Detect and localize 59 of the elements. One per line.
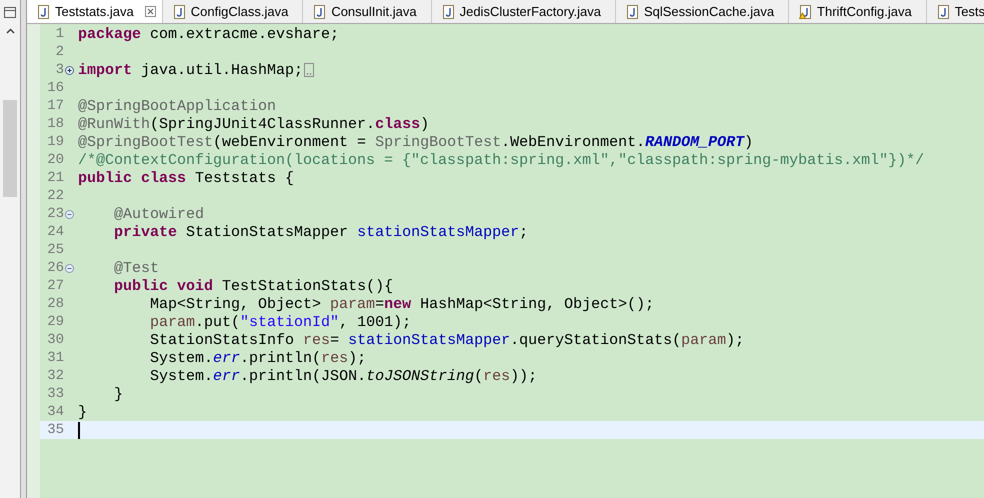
code-line: import java.util.HashMap; <box>77 62 304 78</box>
code-line: Map<String, Object> param=new HashMap<String, Object>(); <box>149 296 654 312</box>
code-line: } <box>77 404 88 420</box>
line-number: 31 <box>46 350 64 366</box>
code-line: public void TestStationStats(){ <box>113 278 394 294</box>
java-file-icon <box>442 4 455 18</box>
expand-icon[interactable] <box>64 66 74 74</box>
editor-tab[interactable]: Teststats.java <box>27 0 163 23</box>
line-number: 21 <box>46 170 64 186</box>
code-line: System.err.println(JSON.toJSONString(res)); <box>149 368 538 384</box>
scroll-up-icon[interactable] <box>6 28 14 34</box>
line-number: 26 <box>46 260 64 276</box>
java-file-icon <box>37 4 50 18</box>
code-line: param.put("stationId", 1001); <box>149 314 412 330</box>
line-number: 17 <box>46 98 64 114</box>
line-number: 34 <box>46 404 64 420</box>
line-number: 18 <box>46 116 64 132</box>
line-number: 33 <box>46 386 64 402</box>
folded-code-icon[interactable] <box>304 63 314 77</box>
line-number: 35 <box>46 422 64 438</box>
java-file-icon <box>936 4 950 18</box>
line-number: 23 <box>46 206 64 222</box>
line-number: 32 <box>46 368 64 384</box>
line-number: 29 <box>46 314 64 330</box>
line-number: 22 <box>46 188 64 204</box>
line-number: 16 <box>46 80 64 96</box>
java-file-icon <box>313 4 326 18</box>
code-line: StationStatsInfo res= stationStatsMapper.queryStationStats(param); <box>149 332 744 348</box>
line-number: 30 <box>46 332 64 348</box>
line-number: 19 <box>46 134 64 150</box>
java-file-icon <box>626 4 639 18</box>
close-icon[interactable] <box>144 6 156 17</box>
code-line: @SpringBootApplication <box>77 98 276 114</box>
code-line: @Autowired <box>113 206 204 222</box>
collapse-icon[interactable] <box>64 264 74 272</box>
code-line: System.err.println(res); <box>149 350 366 366</box>
java-file-icon <box>172 4 186 18</box>
line-number: 25 <box>46 242 64 258</box>
scrollbar-thumb[interactable] <box>3 100 17 197</box>
code-line: @RunWith(SpringJUnit4ClassRunner.class) <box>77 116 430 132</box>
code-line: /*@ContextConfiguration(locations = {"classpath:spring.xml","classpath:spring-mybatis.xml"})*/ <box>77 152 924 168</box>
line-number: 27 <box>46 278 64 294</box>
code-line: package com.extracme.evshare; <box>77 26 340 42</box>
line-number: 28 <box>46 296 64 312</box>
code-line: } <box>113 386 124 402</box>
java-file-warning-icon <box>799 4 812 18</box>
collapse-icon[interactable] <box>64 210 74 218</box>
text-cursor <box>78 422 80 438</box>
line-number: 20 <box>46 152 64 168</box>
code-line: private StationStatsMapper stationStatsMapper; <box>113 224 528 240</box>
line-number: 3 <box>54 62 64 78</box>
code-line: public class Teststats { <box>77 170 294 186</box>
restore-icon[interactable] <box>4 7 16 18</box>
code-line: @Test <box>113 260 160 276</box>
line-number: 1 <box>54 26 64 42</box>
editor-tab[interactable]: JedisClusterFactory.java <box>432 0 616 23</box>
line-number: 24 <box>46 224 64 240</box>
line-number: 2 <box>54 44 64 60</box>
code-line: @SpringBootTest(webEnvironment = SpringBootTest.WebEnvironment.RANDOM_PORT) <box>77 134 754 150</box>
